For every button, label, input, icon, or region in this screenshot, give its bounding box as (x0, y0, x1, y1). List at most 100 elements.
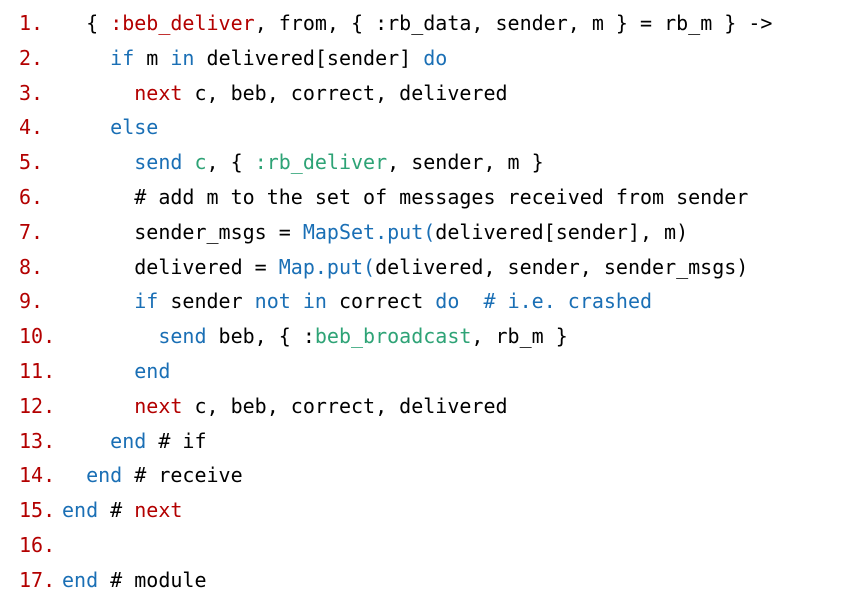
code-token: if (110, 45, 135, 70)
code-text: if m in delivered[sender] do (62, 41, 447, 76)
code-line: 14. end # receive (0, 458, 859, 493)
code-line: 3. next c, beb, correct, delivered (0, 76, 859, 111)
code-token: end (134, 358, 171, 383)
code-token: , sender, m } (387, 150, 544, 175)
code-text: next c, beb, correct, delivered (62, 389, 507, 424)
line-number: 10. (19, 324, 56, 349)
line-number: 15. (19, 498, 56, 523)
code-token: # if (146, 428, 207, 453)
code-token: MapSet.put( (302, 219, 436, 244)
line-number: 2. (19, 45, 44, 70)
code-token: :beb_deliver (110, 11, 255, 35)
line-number: 1. (19, 11, 44, 35)
code-text: { :beb_deliver, from, { :rb_data, sender… (62, 6, 772, 41)
line-number: 16. (19, 532, 56, 557)
code-text: sender_msgs = MapSet.put(delivered[sende… (62, 215, 688, 250)
code-token: # (98, 498, 135, 523)
line-number: 8. (19, 254, 44, 279)
code-token: m (134, 45, 171, 70)
code-line: 7. sender_msgs = MapSet.put(delivered[se… (0, 215, 859, 250)
code-token: :rb_deliver (254, 150, 388, 175)
code-line: 16. (0, 528, 859, 563)
code-token: send (158, 324, 207, 349)
line-number: 4. (19, 115, 44, 140)
code-token: c, beb, correct, delivered (182, 80, 508, 105)
code-token: delivered[sender] (194, 45, 424, 70)
code-line: 2. if m in delivered[sender] do (0, 41, 859, 76)
code-token: # receive (122, 463, 243, 488)
code-token: c (194, 150, 207, 175)
code-text: end (62, 354, 170, 389)
code-token: sender_msgs = (134, 219, 303, 244)
line-number: 5. (19, 150, 44, 175)
code-listing: 1. { :beb_deliver, from, { :rb_data, sen… (0, 6, 859, 598)
code-token: end (62, 567, 99, 592)
code-token: delivered[sender], m) (435, 219, 689, 244)
code-line: 11. end (0, 354, 859, 389)
code-token: # i.e. crashed (483, 289, 653, 314)
code-token: end (62, 498, 99, 523)
code-line: 1. { :beb_deliver, from, { :rb_data, sen… (0, 6, 859, 41)
line-number: 11. (19, 358, 56, 383)
code-text: send c, { :rb_deliver, sender, m } (62, 145, 544, 180)
code-token: , { (206, 150, 255, 175)
code-token: correct (326, 289, 436, 314)
line-number: 14. (19, 463, 56, 488)
code-token: next (134, 393, 183, 418)
line-number: 9. (19, 289, 44, 314)
code-token: next (134, 498, 183, 523)
code-token: sender (158, 289, 255, 314)
code-text: end # if (62, 424, 207, 459)
code-line: 4. else (0, 110, 859, 145)
code-text: send beb, { :beb_broadcast, rb_m } (62, 319, 568, 354)
code-token: , from, { :rb_data, sender, m } = rb_m }… (254, 11, 773, 35)
code-token: beb_broadcast (314, 324, 472, 349)
code-token: { (86, 11, 111, 35)
code-token: delivered, sender, sender_msgs) (375, 254, 749, 279)
code-token: end (86, 463, 123, 488)
code-text: else (62, 110, 158, 145)
code-token: next (134, 80, 183, 105)
code-line: 17. end # module (0, 563, 859, 598)
line-number: 17. (19, 567, 56, 592)
line-number: 3. (19, 80, 44, 105)
code-line: 12. next c, beb, correct, delivered (0, 389, 859, 424)
code-line: 10. send beb, { :beb_broadcast, rb_m } (0, 319, 859, 354)
code-token: delivered = (134, 254, 279, 279)
code-text: # add m to the set of messages received … (62, 180, 748, 215)
code-line: 13. end # if (0, 424, 859, 459)
code-text: next c, beb, correct, delivered (62, 76, 508, 111)
code-token: Map.put( (278, 254, 376, 279)
line-number: 7. (19, 219, 44, 244)
code-text: end # receive (62, 458, 243, 493)
code-token: do (435, 289, 460, 314)
code-text: if sender not in correct do # i.e. crash… (62, 284, 652, 319)
code-text: end # module (62, 563, 207, 598)
code-token: not in (254, 289, 327, 314)
code-token: end (110, 428, 147, 453)
code-token: in (170, 45, 195, 70)
code-line: 15. end # next (0, 493, 859, 528)
code-line: 5. send c, { :rb_deliver, sender, m } (0, 145, 859, 180)
code-token: do (423, 45, 448, 70)
code-text: delivered = Map.put(delivered, sender, s… (62, 250, 748, 285)
line-number: 12. (19, 393, 56, 418)
code-token: , rb_m } (471, 324, 568, 349)
code-token: send (134, 150, 183, 175)
code-token: else (110, 115, 159, 140)
